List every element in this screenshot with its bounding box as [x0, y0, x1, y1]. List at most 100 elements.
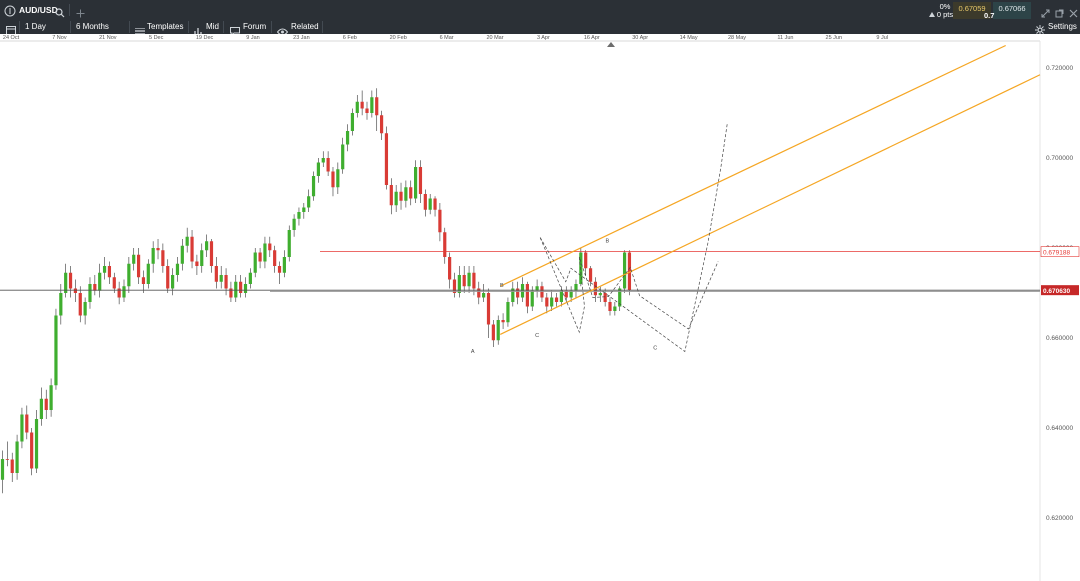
x-tick-label: 30 Apr	[632, 35, 648, 41]
candle-down	[277, 261, 282, 284]
candle-up	[336, 162, 340, 194]
candle-body	[175, 263, 180, 275]
candle-up	[511, 281, 515, 307]
x-tick-label: 20 Mar	[486, 35, 503, 41]
candle-up	[282, 250, 286, 278]
candle-body	[132, 254, 136, 264]
candle-body	[112, 277, 116, 289]
candle-down	[136, 248, 141, 284]
x-tick-label: 20 Feb	[390, 35, 407, 41]
divider	[188, 21, 189, 33]
candle-body	[239, 281, 243, 293]
candle-down	[25, 405, 29, 440]
interval-selector[interactable]: 1 Day	[25, 20, 46, 34]
x-tick-label: 3 Apr	[537, 35, 550, 41]
candle-body	[550, 297, 554, 307]
candle-down	[462, 266, 466, 293]
candle-body	[530, 290, 534, 307]
candle-down	[452, 272, 457, 298]
candle-body	[5, 459, 9, 460]
candle-body	[409, 187, 413, 199]
candle-body	[365, 108, 369, 113]
candle-body	[185, 236, 189, 246]
candle-body	[88, 284, 92, 302]
candle-down	[326, 151, 330, 176]
candle-body	[501, 320, 505, 323]
candle-down	[564, 286, 568, 302]
range-selector[interactable]: 6 Months	[76, 20, 109, 34]
candle-down	[448, 252, 452, 289]
y-tick-label: 0.700000	[1046, 155, 1073, 162]
candle-body	[506, 302, 510, 323]
candle-up	[350, 108, 355, 136]
settings-button[interactable]: Settings	[1048, 20, 1077, 34]
candle-body	[268, 243, 272, 251]
candle-body	[316, 162, 320, 176]
forum-button[interactable]: Forum	[243, 20, 266, 34]
today-marker-icon[interactable]	[607, 42, 615, 47]
x-tick-label: 28 May	[728, 35, 746, 41]
related-button[interactable]: Related	[291, 20, 319, 34]
candle-down	[501, 313, 505, 329]
candle-up	[171, 268, 175, 296]
candle-body	[418, 167, 423, 194]
channel-line	[499, 44, 1006, 287]
candle-body	[122, 286, 126, 298]
price-chart[interactable]: 24 Oct 7 Nov 21 Nov 5 Dec 19 Dec 9 Jan 23 Jan 6…	[0, 34, 1080, 581]
candle-body	[462, 275, 466, 287]
candle-body	[10, 459, 14, 473]
candle-up	[496, 315, 500, 345]
candle-body	[224, 275, 228, 289]
x-tick-label: 6 Mar	[440, 35, 454, 41]
symbol-label[interactable]: AUD/USD	[19, 0, 58, 20]
candle-body	[136, 254, 141, 278]
candle-up	[98, 263, 102, 298]
x-tick-label: 9 Jul	[876, 35, 888, 41]
candle-body	[54, 315, 58, 386]
candle-up	[205, 234, 209, 257]
candle-body	[93, 284, 97, 291]
candle-body	[219, 275, 223, 282]
candle-up	[345, 124, 350, 152]
candle-body	[467, 272, 471, 287]
candle-down	[540, 281, 544, 302]
candle-body	[20, 414, 24, 442]
candle-body	[399, 191, 403, 201]
candle-body	[34, 419, 39, 469]
candle-body	[49, 385, 53, 410]
candle-up	[292, 214, 296, 237]
candle-up	[428, 194, 432, 215]
candle-body	[375, 97, 379, 116]
candle-body	[622, 252, 627, 289]
candle-body	[180, 245, 184, 264]
candle-body	[525, 284, 529, 307]
candle-body	[0, 459, 5, 480]
candle-up	[457, 266, 461, 298]
ask-button[interactable]: 0.67066	[993, 2, 1031, 19]
templates-button[interactable]: Templates	[147, 20, 183, 34]
candle-body	[414, 167, 418, 199]
candle-body	[486, 293, 491, 325]
candle-down	[472, 266, 476, 296]
change-points: 0 pts	[936, 10, 954, 19]
candle-down	[73, 279, 77, 302]
price-type-button[interactable]: Mid	[206, 20, 219, 34]
candle-down	[389, 178, 393, 215]
y-tick-label: 0.640000	[1046, 425, 1073, 432]
candle-down	[141, 270, 146, 293]
candle-body	[350, 113, 355, 131]
candle-down	[268, 236, 272, 257]
candle-down	[107, 261, 112, 284]
candle-up	[341, 137, 345, 174]
candle-down	[10, 452, 14, 482]
candle-body	[234, 281, 238, 298]
candle-body	[404, 187, 408, 201]
candle-up	[88, 277, 92, 309]
candle-down	[209, 239, 214, 273]
candle-down	[375, 88, 379, 131]
candle-body	[98, 272, 102, 291]
candle-down	[258, 248, 262, 269]
candle-body	[171, 275, 175, 289]
candle-up	[355, 95, 359, 118]
current-price-label: 0.670630	[1043, 288, 1070, 295]
